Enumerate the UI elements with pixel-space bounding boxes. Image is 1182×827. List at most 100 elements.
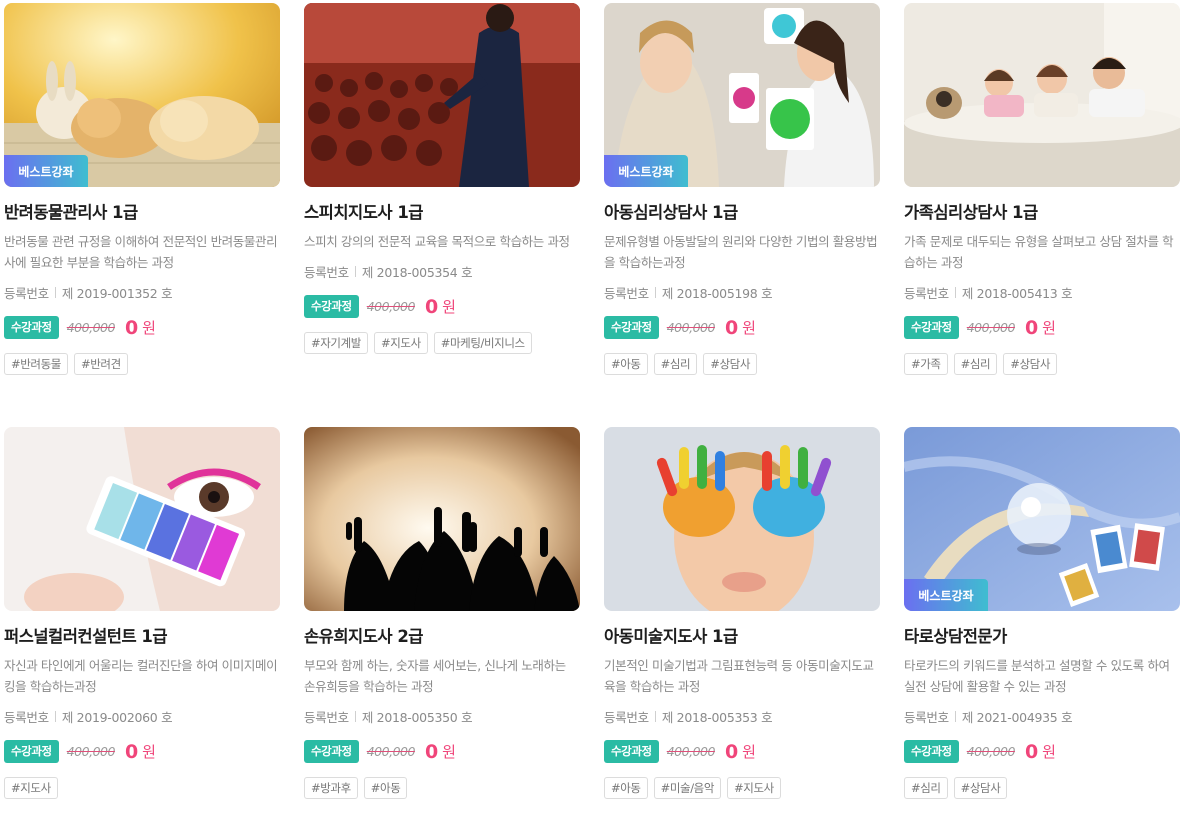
divider (54, 287, 56, 298)
tag-list: #가족 #심리 #상담사 (904, 353, 1180, 375)
best-course-badge: 베스트강좌 (604, 155, 688, 187)
course-title[interactable]: 아동미술지도사 1급 (604, 625, 880, 649)
tag[interactable]: #자기계발 (304, 332, 368, 354)
course-description: 자신과 타인에게 어울리는 컬러진단을 하여 이미지메이킹을 학습하는과정 (4, 658, 278, 694)
course-type-badge: 수강과정 (904, 740, 959, 763)
registration-label: 등록번호 (304, 710, 349, 725)
course-description: 기본적인 미술기법과 그림표현능력 등 아동미술지도교육을 학습하는 과정 (604, 658, 874, 694)
course-title[interactable]: 손유희지도사 2급 (304, 625, 580, 649)
registration-label: 등록번호 (304, 265, 349, 280)
course-thumbnail[interactable]: 베스트강좌 (4, 3, 280, 187)
divider (654, 711, 656, 722)
course-thumbnail[interactable] (304, 427, 580, 611)
course-title[interactable]: 스피치지도사 1급 (304, 201, 580, 225)
course-type-badge: 수강과정 (904, 316, 959, 339)
registration-label: 등록번호 (904, 710, 949, 725)
tag[interactable]: #아동 (363, 777, 408, 799)
divider (654, 287, 656, 298)
original-price: 400,000 (366, 744, 416, 759)
course-card[interactable]: 아동미술지도사 1급 기본적인 미술기법과 그림표현능력 등 아동미술지도교육을… (604, 427, 880, 827)
course-thumbnail[interactable] (4, 427, 280, 611)
color-palette-eye-icon (4, 427, 280, 611)
tag[interactable]: #반려동물 (4, 353, 68, 375)
tag[interactable]: #상담사 (1003, 353, 1057, 375)
family-bed-icon (904, 3, 1180, 187)
tag[interactable]: #심리 (653, 353, 698, 375)
registration-number: 등록번호 제 2021-004935 호 (904, 707, 1180, 726)
tag-list: #반려동물 #반려견 (4, 353, 280, 375)
registration-value: 제 2019-002060 호 (61, 710, 173, 725)
course-thumbnail[interactable] (304, 3, 580, 187)
course-card[interactable]: 베스트강좌 아동심리상담사 1급 문제유형별 아동발달의 원리와 다양한 기법의… (604, 3, 880, 403)
sale-price: 0 (424, 295, 439, 318)
tag[interactable]: #반려견 (73, 353, 128, 375)
tag[interactable]: #상담사 (703, 353, 757, 375)
registration-number: 등록번호 제 2019-001352 호 (4, 283, 280, 302)
original-price: 400,000 (66, 744, 116, 759)
course-title[interactable]: 퍼스널컬러컨설턴트 1급 (4, 625, 280, 649)
tag[interactable]: #미술/음악 (653, 777, 722, 799)
price-row: 수강과정 400,000 0 원 (604, 316, 880, 339)
registration-value: 제 2018-005354 호 (361, 265, 473, 280)
original-price: 400,000 (666, 320, 716, 335)
course-card[interactable]: 손유희지도사 2급 부모와 함께 하는, 숫자를 세어보는, 신나게 노래하는 … (304, 427, 580, 827)
tag[interactable]: #가족 (904, 353, 948, 375)
course-title[interactable]: 타로상담전문가 (904, 625, 1180, 649)
registration-label: 등록번호 (4, 710, 49, 725)
course-title[interactable]: 아동심리상담사 1급 (604, 201, 880, 225)
tag[interactable]: #아동 (604, 777, 648, 799)
original-price: 400,000 (66, 320, 116, 335)
currency-unit: 원 (742, 743, 756, 761)
price-row: 수강과정 400,000 0 원 (904, 316, 1180, 339)
course-card[interactable]: 스피치지도사 1급 스피치 강의의 전문적 교육을 목적으로 학습하는 과정 등… (304, 3, 580, 403)
course-card[interactable]: 베스트강좌 반려동물관리사 1급 반려동물 관련 규정을 이해하여 전문적인 반… (4, 3, 280, 403)
tag[interactable]: #지도사 (727, 777, 781, 799)
registration-number: 등록번호 제 2018-005354 호 (304, 262, 580, 281)
best-course-badge: 베스트강좌 (904, 579, 988, 611)
registration-number: 등록번호 제 2018-005353 호 (604, 707, 880, 726)
price-row: 수강과정 400,000 0 원 (4, 740, 280, 763)
course-title[interactable]: 가족심리상담사 1급 (904, 201, 1180, 225)
registration-value: 제 2021-004935 호 (961, 710, 1073, 725)
price-row: 수강과정 400,000 0 원 (904, 740, 1180, 763)
tag[interactable]: #방과후 (304, 777, 358, 799)
course-card[interactable]: 퍼스널컬러컨설턴트 1급 자신과 타인에게 어울리는 컬러진단을 하여 이미지메… (4, 427, 280, 827)
tag[interactable]: #지도사 (373, 332, 428, 354)
course-card[interactable]: 베스트강좌 타로상담전문가 타로카드의 키워드를 분석하고 설명할 수 있도록 … (904, 427, 1180, 827)
tag[interactable]: #마케팅/비지니스 (433, 332, 532, 354)
course-type-badge: 수강과정 (304, 740, 359, 763)
sale-price: 0 (124, 316, 139, 339)
tag-list: #아동 #미술/음악 #지도사 (604, 777, 880, 799)
registration-label: 등록번호 (604, 710, 649, 725)
sale-price: 0 (724, 316, 739, 339)
divider (954, 287, 956, 298)
tag-list: #자기계발 #지도사 #마케팅/비지니스 (304, 332, 580, 354)
tag[interactable]: #상담사 (953, 777, 1008, 799)
tag[interactable]: #심리 (904, 777, 948, 799)
course-title[interactable]: 반려동물관리사 1급 (4, 201, 280, 225)
tag[interactable]: #아동 (604, 353, 648, 375)
original-price: 400,000 (966, 320, 1016, 335)
tag[interactable]: #지도사 (4, 777, 58, 799)
course-card[interactable]: 가족심리상담사 1급 가족 문제로 대두되는 유형을 살펴보고 상담 절차를 학… (904, 3, 1180, 403)
registration-number: 등록번호 제 2018-005198 호 (604, 283, 880, 302)
registration-value: 제 2019-001352 호 (61, 286, 173, 301)
speaker-audience-icon (304, 3, 580, 187)
sale-price: 0 (1024, 740, 1039, 763)
tag-list: #방과후 #아동 (304, 777, 580, 799)
price-row: 수강과정 400,000 0 원 (304, 740, 580, 763)
course-description: 문제유형별 아동발달의 원리와 다양한 기법의 활용방법을 학습하는과정 (604, 234, 878, 270)
best-course-badge: 베스트강좌 (4, 155, 88, 187)
painted-hands-child-icon (604, 427, 880, 611)
course-thumbnail[interactable]: 베스트강좌 (604, 3, 880, 187)
course-description: 스피치 강의의 전문적 교육을 목적으로 학습하는 과정 (304, 234, 570, 249)
course-thumbnail[interactable]: 베스트강좌 (904, 427, 1180, 611)
registration-label: 등록번호 (4, 286, 49, 301)
course-thumbnail[interactable] (904, 3, 1180, 187)
currency-unit: 원 (1042, 319, 1056, 337)
course-thumbnail[interactable] (604, 427, 880, 611)
course-description: 타로카드의 키워드를 분석하고 설명할 수 있도록 하여 실전 상담에 활용할 … (904, 658, 1170, 694)
registration-value: 제 2018-005413 호 (961, 286, 1073, 301)
course-description: 부모와 함께 하는, 숫자를 세어보는, 신나게 노래하는 손유희등을 학습하는… (304, 658, 566, 694)
tag[interactable]: #심리 (953, 353, 998, 375)
